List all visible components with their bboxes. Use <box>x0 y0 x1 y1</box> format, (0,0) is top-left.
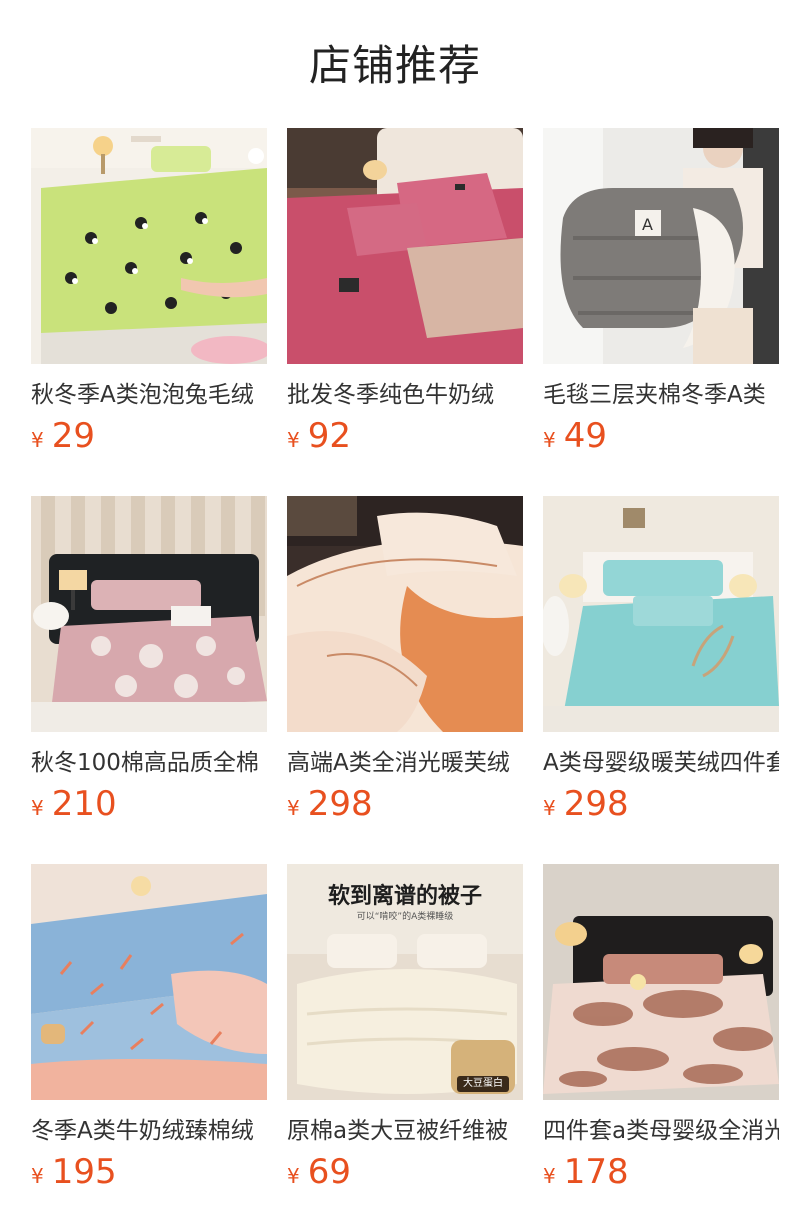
product-image-blue-pink-leaf-bedding[interactable] <box>31 864 267 1100</box>
currency-symbol: ¥ <box>543 428 556 452</box>
product-price: ¥49 <box>543 414 607 458</box>
product-name[interactable]: 批发冬季纯色牛奶绒 <box>287 378 523 412</box>
currency-symbol: ¥ <box>31 428 44 452</box>
product-card[interactable]: 高端A类全消光暖芙绒 ¥298 <box>287 496 523 836</box>
product-card[interactable]: 四件套a类母婴级全消光 ¥178 <box>543 864 779 1204</box>
price-amount: 92 <box>307 416 351 456</box>
product-name[interactable]: 秋冬100棉高品质全棉 <box>31 746 267 780</box>
product-name[interactable]: 毛毯三层夹棉冬季A类 <box>543 378 779 412</box>
product-price: ¥210 <box>31 782 117 826</box>
price-amount: 210 <box>51 784 117 824</box>
currency-symbol: ¥ <box>31 1164 44 1188</box>
soybean-badge: 大豆蛋白 <box>463 1078 503 1089</box>
product-card[interactable]: 软到离谱的被子 可以“啃咬”的A类裸睡级 大豆蛋白 原棉a类大豆被纤维被 ¥69 <box>287 864 523 1204</box>
product-image-green-panda-sheet[interactable] <box>31 128 267 364</box>
currency-symbol: ¥ <box>543 796 556 820</box>
product-price: ¥29 <box>31 414 95 458</box>
product-name[interactable]: 高端A类全消光暖芙绒 <box>287 746 523 780</box>
product-name[interactable]: A类母婴级暖芙绒四件套 <box>543 746 779 780</box>
price-amount: 69 <box>307 1152 351 1192</box>
currency-symbol: ¥ <box>287 1164 300 1188</box>
price-amount: 29 <box>51 416 95 456</box>
price-amount: 298 <box>563 784 629 824</box>
price-amount: 195 <box>51 1152 117 1192</box>
currency-symbol: ¥ <box>287 428 300 452</box>
price-amount: 178 <box>563 1152 629 1192</box>
product-image-pink-floral-bedding[interactable] <box>31 496 267 732</box>
product-card[interactable]: A 毛毯三层夹棉冬季A类 ¥49 <box>543 128 779 468</box>
product-price: ¥298 <box>543 782 629 826</box>
product-card[interactable]: 冬季A类牛奶绒臻棉绒 ¥195 <box>31 864 267 1204</box>
currency-symbol: ¥ <box>31 796 44 820</box>
product-price: ¥298 <box>287 782 373 826</box>
product-card[interactable]: 批发冬季纯色牛奶绒 ¥92 <box>287 128 523 468</box>
product-price: ¥92 <box>287 414 351 458</box>
soybean-overlay-headline: 软到离谱的被子 <box>327 884 482 909</box>
svg-text:A: A <box>642 215 653 234</box>
product-image-rose-velvet-bedding[interactable] <box>287 128 523 364</box>
price-amount: 49 <box>563 416 607 456</box>
product-card[interactable]: 秋冬100棉高品质全棉 ¥210 <box>31 496 267 836</box>
product-image-cream-orange-bedding[interactable] <box>287 496 523 732</box>
product-name[interactable]: 原棉a类大豆被纤维被 <box>287 1114 523 1148</box>
product-image-grey-sherpa-blanket[interactable]: A <box>543 128 779 364</box>
product-name[interactable]: 冬季A类牛奶绒臻棉绒 <box>31 1114 267 1148</box>
product-image-brown-tie-dye-bedding[interactable] <box>543 864 779 1100</box>
product-card[interactable]: 秋冬季A类泡泡兔毛绒 ¥29 <box>31 128 267 468</box>
product-card[interactable]: A类母婴级暖芙绒四件套 ¥298 <box>543 496 779 836</box>
currency-symbol: ¥ <box>287 796 300 820</box>
soybean-overlay-subtitle: 可以“啃咬”的A类裸睡级 <box>356 912 454 922</box>
product-price: ¥69 <box>287 1150 351 1194</box>
currency-symbol: ¥ <box>543 1164 556 1188</box>
product-price: ¥178 <box>543 1150 629 1194</box>
product-name[interactable]: 四件套a类母婴级全消光 <box>543 1114 779 1148</box>
product-image-aqua-embroidered-bedding[interactable] <box>543 496 779 732</box>
page-title: 店铺推荐 <box>308 41 481 90</box>
product-price: ¥195 <box>31 1150 117 1194</box>
price-amount: 298 <box>307 784 373 824</box>
product-name[interactable]: 秋冬季A类泡泡兔毛绒 <box>31 378 267 412</box>
